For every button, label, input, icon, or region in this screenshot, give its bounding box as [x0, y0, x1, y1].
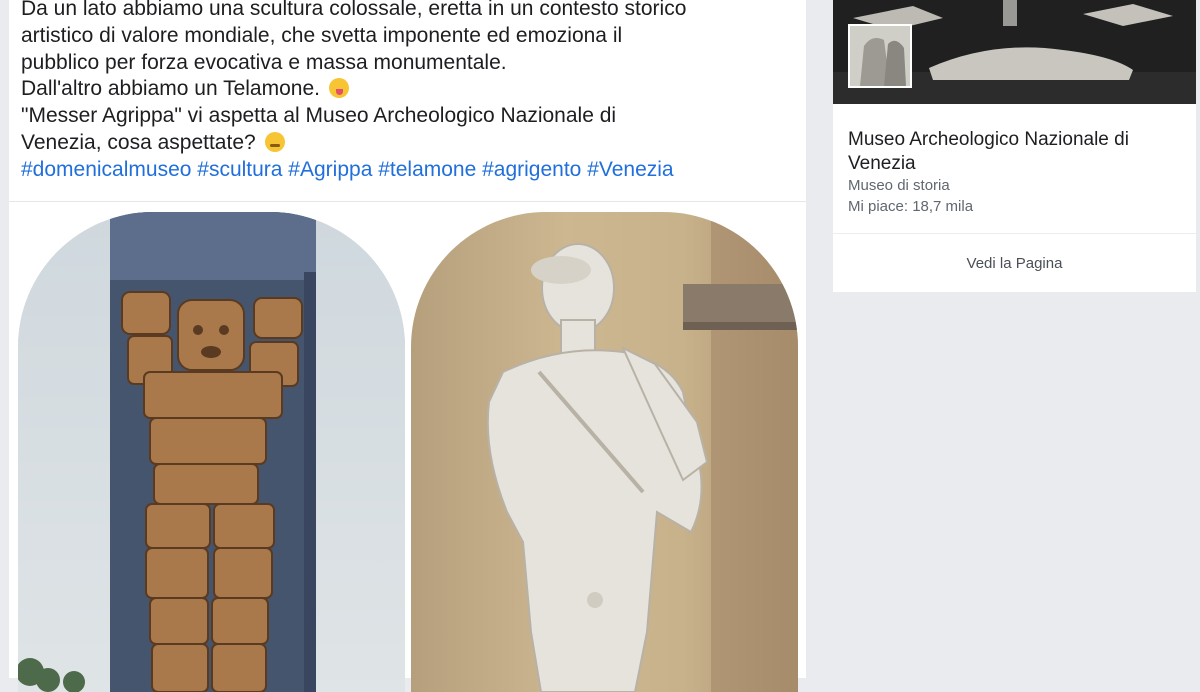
page-card: Museo Archeologico Nazionale di Venezia … — [833, 0, 1196, 292]
post-text-line: Venezia, cosa aspettate? — [21, 130, 256, 154]
post-text-line: "Messer Agrippa" vi aspetta al Museo Arc… — [21, 104, 617, 128]
view-page-button[interactable]: Vedi la Pagina — [833, 255, 1196, 272]
post-text-line: Dall'altro abbiamo un Telamone. — [21, 77, 320, 101]
hashtags-link[interactable]: #domenicalmuseo #scultura #Agrippa #tela… — [21, 157, 791, 184]
post-text-line: Da un lato abbiamo una scultura colossal… — [21, 0, 687, 20]
post-text-line: pubblico per forza evocativa e massa mon… — [21, 50, 507, 74]
agrippa-photo[interactable] — [411, 212, 798, 692]
telamone-photo[interactable] — [18, 212, 405, 692]
post-text-line-with-emoji: Venezia, cosa aspettate? — [21, 130, 791, 157]
page-card-divider — [833, 233, 1196, 234]
page-category: Museo di storia — [848, 177, 950, 194]
page-name-link[interactable]: Museo Archeologico Nazionale di Venezia — [848, 128, 1188, 176]
agrippa-image — [486, 212, 798, 692]
post-divider — [9, 201, 806, 202]
page-cover-image[interactable] — [833, 0, 1196, 104]
post-text: Da un lato abbiamo una scultura colossal… — [21, 0, 791, 184]
telamone-image — [18, 212, 405, 692]
tongue-emoji-icon — [328, 78, 349, 99]
post-text-line: artistico di valore mondiale, che svetta… — [21, 23, 623, 47]
wink-emoji-icon — [264, 131, 285, 152]
page-avatar-image — [850, 26, 910, 86]
page-avatar[interactable] — [848, 24, 912, 88]
post-text-line-with-emoji: Dall'altro abbiamo un Telamone. — [21, 76, 791, 103]
page-likes-count: Mi piace: 18,7 mila — [848, 198, 974, 215]
